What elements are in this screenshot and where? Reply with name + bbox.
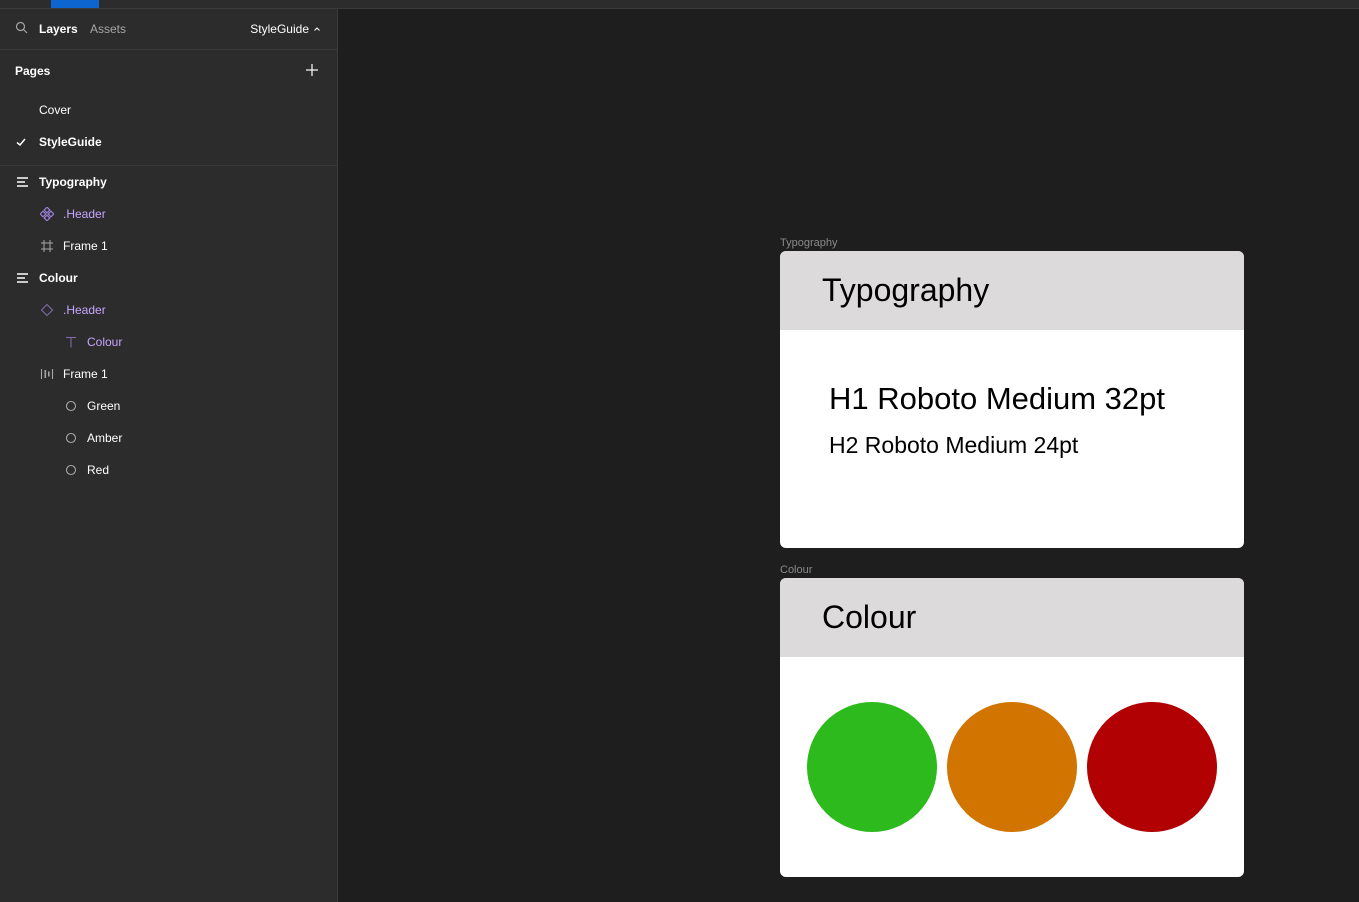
typography-frame[interactable]: Typography H1 Roboto Medium 32pt H2 Robo… [780, 251, 1244, 548]
layer-row-header-instance[interactable]: .Header [0, 198, 337, 230]
ellipse-icon [65, 432, 77, 444]
pages-section: Pages Cover StyleGuide [0, 50, 337, 166]
layer-label: Frame 1 [63, 239, 108, 253]
page-item-label: StyleGuide [39, 135, 102, 149]
swatch-green[interactable] [807, 702, 937, 832]
page-item-label: Cover [39, 103, 72, 117]
layer-row-typography[interactable]: Typography [0, 166, 337, 198]
page-item-styleguide[interactable]: StyleGuide [0, 126, 337, 158]
chevron-up-icon [314, 27, 320, 31]
section-icon [17, 177, 28, 187]
auto-layout-icon [40, 369, 54, 379]
search-icon[interactable] [15, 21, 29, 35]
colour-frame[interactable]: Colour [780, 578, 1244, 877]
tab-assets[interactable]: Assets [90, 22, 126, 36]
diamond-icon [40, 303, 54, 317]
layer-label: Frame 1 [63, 367, 108, 381]
page-item-cover[interactable]: Cover [0, 94, 337, 126]
frame-label-colour[interactable]: Colour [780, 564, 812, 576]
layer-label: Green [87, 399, 121, 413]
layer-row-green[interactable]: Green [0, 390, 337, 422]
layers-sidebar: Layers Assets StyleGuide Pages Cover Sty… [0, 9, 338, 902]
layer-label: .Header [63, 303, 106, 317]
frame-label-typography[interactable]: Typography [780, 237, 837, 249]
frame-title: Typography [822, 272, 990, 308]
text-icon [66, 336, 76, 348]
frame-hash-icon [41, 240, 53, 252]
active-toolbar-tab[interactable] [51, 0, 99, 8]
layer-row-frame-1[interactable]: Frame 1 [0, 230, 337, 262]
checkmark-icon [16, 138, 26, 147]
h1-sample-text[interactable]: H1 Roboto Medium 32pt [829, 381, 1165, 417]
frame-title: Colour [822, 599, 917, 635]
add-page-plus-icon[interactable] [305, 63, 319, 77]
sidebar-header: Layers Assets StyleGuide [0, 9, 337, 50]
frame-header[interactable]: Typography [780, 251, 1244, 330]
section-icon [17, 273, 28, 283]
layer-label: Colour [87, 335, 123, 349]
top-toolbar [0, 0, 1359, 9]
ellipse-icon [65, 464, 77, 476]
design-canvas[interactable]: Typography Typography H1 Roboto Medium 3… [338, 9, 1359, 902]
layer-row-header-component[interactable]: .Header [0, 294, 337, 326]
swatch-red[interactable] [1087, 702, 1217, 832]
layer-label: Amber [87, 431, 123, 445]
layer-label: .Header [63, 207, 106, 221]
layer-row-frame-1-autolayout[interactable]: Frame 1 [0, 358, 337, 390]
page-switcher[interactable]: StyleGuide [250, 22, 321, 36]
h2-sample-text[interactable]: H2 Roboto Medium 24pt [829, 431, 1078, 459]
tab-layers[interactable]: Layers [39, 22, 78, 36]
layer-label: Red [87, 463, 110, 477]
layer-label: Typography [39, 175, 107, 189]
ellipse-icon [65, 400, 77, 412]
layer-row-amber[interactable]: Amber [0, 422, 337, 454]
layer-row-red[interactable]: Red [0, 454, 337, 486]
layer-row-colour[interactable]: Colour [0, 262, 337, 294]
component-instance-icon [40, 207, 54, 221]
layer-row-colour-text[interactable]: Colour [0, 326, 337, 358]
pages-title: Pages [15, 64, 51, 78]
layer-label: Colour [39, 271, 78, 285]
swatch-amber[interactable] [947, 702, 1077, 832]
current-page-label: StyleGuide [250, 22, 309, 36]
frame-header[interactable]: Colour [780, 578, 1244, 657]
